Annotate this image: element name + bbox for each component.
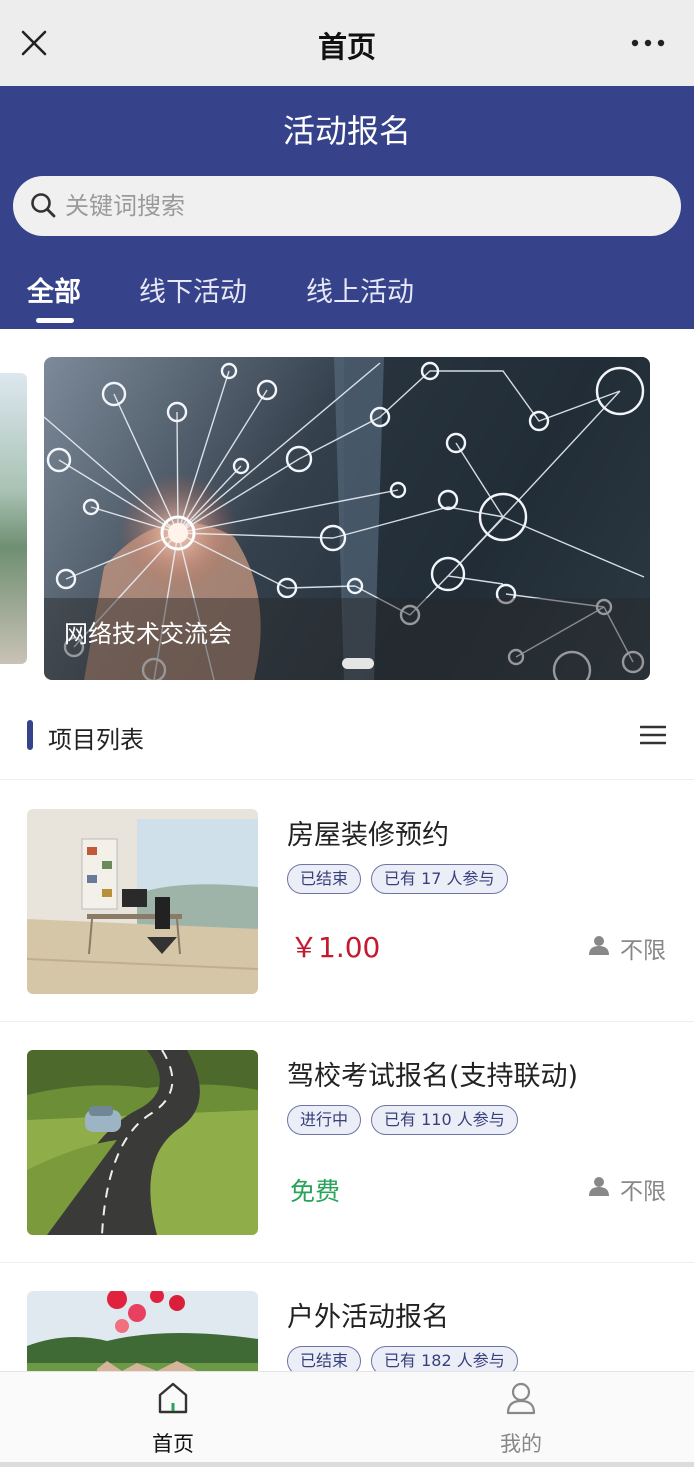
search-input[interactable]: [65, 186, 655, 226]
active-tab-indicator: [36, 318, 74, 323]
item-name: 户外活动报名: [287, 1302, 449, 1333]
tab-online[interactable]: 线上活动: [306, 270, 414, 309]
page-title: 首页: [317, 30, 376, 64]
more-icon[interactable]: [630, 36, 666, 50]
person-icon: [589, 936, 609, 955]
section-accent-bar: [27, 720, 33, 750]
item-tags: 已结束 已有 17 人参与: [287, 864, 518, 896]
home-indicator-strip: [0, 1462, 694, 1467]
item-price: ￥1.00: [290, 931, 381, 964]
participants-badge: 已有 110 人参与: [371, 1105, 518, 1135]
item-thumbnail: [27, 1050, 258, 1235]
project-list-header: 项目列表: [0, 710, 694, 780]
status-badge: 已结束: [287, 864, 362, 894]
tab-all[interactable]: 全部: [27, 270, 81, 309]
list-item[interactable]: 房屋装修预约 已结束 已有 17 人参与 ￥1.00 不限: [0, 781, 694, 1022]
section-title: 项目列表: [48, 726, 144, 754]
participants-badge: 已有 17 人参与: [371, 864, 508, 894]
item-name: 驾校考试报名(支持联动): [287, 1061, 579, 1092]
person-icon: [589, 1177, 609, 1196]
tab-mine-label: 我的: [500, 1432, 542, 1456]
item-tags: 进行中 已有 110 人参与: [287, 1105, 528, 1137]
banner-previous-slide[interactable]: [0, 373, 27, 664]
menu-icon[interactable]: [640, 725, 666, 745]
search-icon: [31, 193, 56, 218]
carousel-indicator: [342, 658, 374, 669]
category-tabs: 全部 线下活动 线上活动: [0, 266, 694, 329]
item-name: 房屋装修预约: [287, 820, 449, 851]
list-item[interactable]: 驾校考试报名(支持联动) 进行中 已有 110 人参与 免费 不限: [0, 1022, 694, 1263]
app-header: 活动报名 全部 线下活动 线上活动: [0, 86, 694, 329]
top-nav-bar: 首页: [0, 0, 694, 86]
item-limit-text: 不限: [620, 1179, 666, 1205]
item-limit: 不限: [589, 931, 666, 965]
tab-mine[interactable]: 我的: [461, 1372, 581, 1463]
home-icon: [158, 1382, 188, 1414]
item-limit-text: 不限: [620, 938, 666, 964]
status-badge: 进行中: [287, 1105, 362, 1135]
bottom-tab-bar: 首页 我的: [0, 1371, 694, 1462]
item-price: 免费: [290, 1177, 341, 1206]
tab-home-label: 首页: [152, 1432, 194, 1456]
search-bar[interactable]: [13, 176, 681, 236]
banner-caption: 网络技术交流会: [64, 620, 232, 648]
item-thumbnail: [27, 809, 258, 994]
tab-home[interactable]: 首页: [113, 1372, 233, 1463]
tab-offline[interactable]: 线下活动: [139, 270, 247, 309]
header-title: 活动报名: [282, 112, 411, 150]
item-limit: 不限: [589, 1172, 666, 1206]
banner-slide[interactable]: 网络技术交流会: [44, 357, 650, 680]
user-icon: [506, 1382, 536, 1415]
